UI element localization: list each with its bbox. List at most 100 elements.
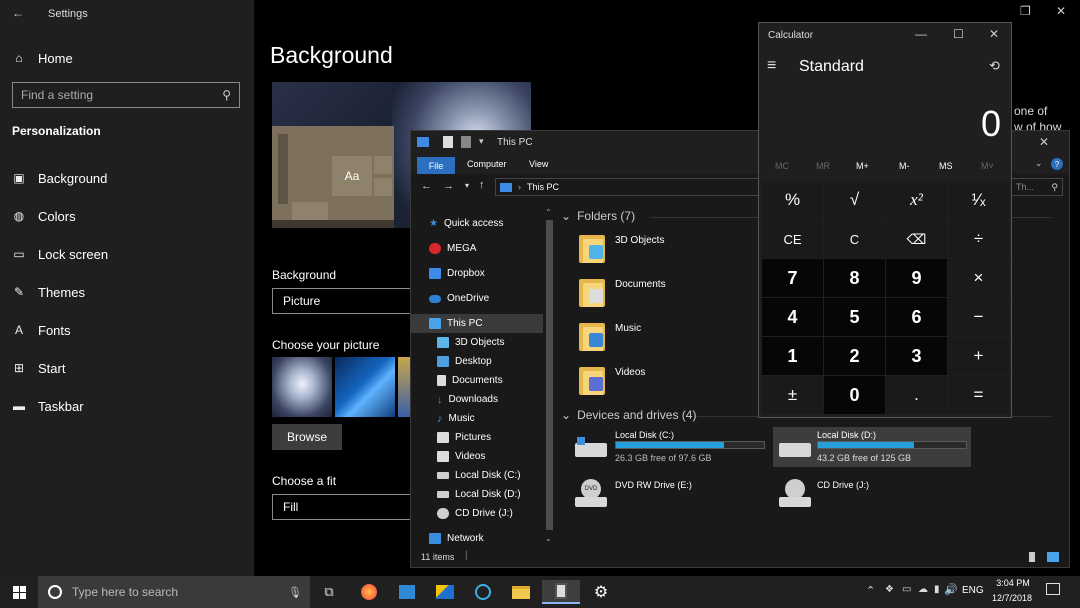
digit-9-button[interactable]: 9 [886, 259, 947, 297]
tab-file[interactable]: File [417, 157, 455, 174]
add-button[interactable]: + [948, 337, 1009, 375]
browse-button[interactable]: Browse [272, 424, 342, 450]
app-icon[interactable] [426, 580, 464, 604]
firefox-icon[interactable] [350, 580, 388, 604]
picture-thumbnail[interactable] [272, 357, 332, 417]
show-hidden-icons-icon[interactable]: ⌃ [866, 584, 875, 597]
maximize-icon[interactable]: ❐ [1020, 4, 1031, 18]
sidebar-item-taskbar[interactable]: ▬ Taskbar [0, 388, 254, 424]
start-button[interactable] [0, 576, 38, 608]
maximize-icon[interactable]: ☐ [953, 27, 964, 41]
clock-date[interactable]: 12/7/2018 [988, 593, 1036, 603]
sidebar-item-background[interactable]: ▣ Background [0, 160, 254, 196]
taskbar-search-box[interactable]: Type here to search 🎙 [38, 576, 310, 608]
back-arrow-icon[interactable]: ← [421, 180, 432, 192]
app-icon[interactable] [464, 580, 502, 604]
fit-select[interactable]: Fill [272, 494, 422, 520]
clock-time[interactable]: 3:04 PM [992, 578, 1034, 588]
multiply-button[interactable]: × [948, 259, 1009, 297]
action-center-icon[interactable] [1046, 583, 1060, 595]
sidebar-item-colors[interactable]: ◍ Colors [0, 198, 254, 234]
history-icon[interactable]: ⟲ [989, 58, 1000, 74]
drives-group-header[interactable]: ⌄ Devices and drives (4) [561, 408, 696, 422]
nav-item-videos[interactable]: Videos [437, 447, 485, 466]
back-arrow-icon[interactable]: ← [12, 6, 24, 20]
tab-computer[interactable]: Computer [467, 159, 507, 169]
digit-3-button[interactable]: 3 [886, 337, 947, 375]
volume-icon[interactable]: 🔊 [944, 583, 958, 596]
reciprocal-button[interactable]: ¹⁄ₓ [948, 181, 1009, 219]
drive-item[interactable]: Local Disk (C:) 26.3 GB free of 97.6 GB [571, 427, 771, 467]
equals-button[interactable]: = [948, 376, 1009, 414]
microphone-icon[interactable]: 🎙 [288, 586, 302, 599]
drive-item[interactable]: CD Drive (J:) [773, 475, 971, 511]
dropbox-tray-icon[interactable]: ❖ [885, 584, 894, 595]
memory-list-button[interactable]: M˅ [981, 161, 994, 171]
tray-icon[interactable]: ▭ [902, 584, 911, 595]
app-icon[interactable] [388, 580, 426, 604]
nav-item-mega[interactable]: MEGA [429, 239, 476, 258]
new-folder-icon[interactable] [461, 136, 471, 148]
cloud-tray-icon[interactable]: ☁ [918, 584, 928, 595]
memory-subtract-button[interactable]: M- [899, 161, 910, 171]
nav-item-quick-access[interactable]: ★ Quick access [429, 214, 503, 233]
recent-dropdown-icon[interactable]: ▾ [465, 181, 469, 190]
chevron-down-icon[interactable]: ⌄ [1035, 158, 1043, 169]
folder-item[interactable]: Videos [579, 363, 645, 395]
subtract-button[interactable]: − [948, 298, 1009, 336]
battery-icon[interactable]: ▮ [934, 584, 940, 595]
close-icon[interactable]: ✕ [989, 27, 999, 41]
digit-5-button[interactable]: 5 [824, 298, 885, 336]
clear-entry-button[interactable]: CE [762, 220, 823, 258]
nav-item-network[interactable]: Network [429, 529, 484, 548]
square-button[interactable]: x² [886, 181, 947, 219]
memory-recall-button[interactable]: MR [816, 161, 830, 171]
calculator-taskbar-icon[interactable] [542, 580, 580, 604]
sidebar-item-themes[interactable]: ✎ Themes [0, 274, 254, 310]
nav-item-this-pc[interactable]: This PC [429, 314, 483, 333]
home-link[interactable]: ⌂ Home [0, 40, 254, 76]
digit-0-button[interactable]: 0 [824, 376, 885, 414]
quick-access-dropdown-icon[interactable]: ▾ [479, 136, 484, 147]
up-arrow-icon[interactable]: ↑ [479, 179, 485, 191]
folder-item[interactable]: 3D Objects [579, 231, 664, 263]
memory-store-button[interactable]: MS [939, 161, 953, 171]
nav-item-local-disk-c[interactable]: Local Disk (C:) [437, 466, 521, 485]
drive-item[interactable]: DVD DVD RW Drive (E:) [571, 475, 771, 511]
settings-gear-icon[interactable]: ⚙ [582, 580, 620, 604]
scroll-thumb[interactable] [546, 220, 553, 530]
scroll-down-icon[interactable]: ⌄ [545, 534, 552, 543]
memory-clear-button[interactable]: MC [775, 161, 789, 171]
sidebar-item-fonts[interactable]: A Fonts [0, 312, 254, 348]
digit-1-button[interactable]: 1 [762, 337, 823, 375]
nav-item-dropbox[interactable]: Dropbox [429, 264, 485, 283]
help-icon[interactable]: ? [1051, 158, 1063, 170]
tab-view[interactable]: View [529, 159, 548, 169]
hamburger-menu-icon[interactable]: ≡ [767, 57, 776, 75]
folder-item[interactable]: Documents [579, 275, 666, 307]
nav-item-onedrive[interactable]: OneDrive [429, 289, 489, 308]
properties-icon[interactable] [443, 136, 453, 148]
close-icon[interactable]: ✕ [1056, 4, 1066, 18]
task-view-icon[interactable]: ⧉ [310, 580, 348, 604]
file-explorer-icon[interactable] [502, 580, 540, 604]
nav-item-documents[interactable]: Documents [437, 371, 503, 390]
nav-item-downloads[interactable]: ↓ Downloads [437, 390, 498, 409]
large-icons-view-icon[interactable] [1047, 552, 1059, 562]
memory-add-button[interactable]: M+ [856, 161, 869, 171]
drive-item-selected[interactable]: Local Disk (D:) 43.2 GB free of 125 GB [773, 427, 971, 467]
nav-item-3d-objects[interactable]: 3D Objects [437, 333, 504, 352]
nav-item-pictures[interactable]: Pictures [437, 428, 491, 447]
folder-item[interactable]: Music [579, 319, 641, 351]
background-select[interactable]: Picture [272, 288, 422, 314]
folders-group-header[interactable]: ⌄ Folders (7) [561, 209, 635, 223]
close-icon[interactable]: ✕ [1039, 135, 1049, 149]
nav-scrollbar[interactable]: ⌃ ⌄ [543, 206, 556, 548]
clear-button[interactable]: C [824, 220, 885, 258]
explorer-search-input[interactable]: Th... ⚲ [1011, 178, 1063, 196]
digit-6-button[interactable]: 6 [886, 298, 947, 336]
digit-4-button[interactable]: 4 [762, 298, 823, 336]
nav-item-cd-drive[interactable]: CD Drive (J:) [437, 504, 513, 523]
picture-thumbnail[interactable] [335, 357, 395, 417]
details-view-icon[interactable] [1029, 552, 1035, 562]
